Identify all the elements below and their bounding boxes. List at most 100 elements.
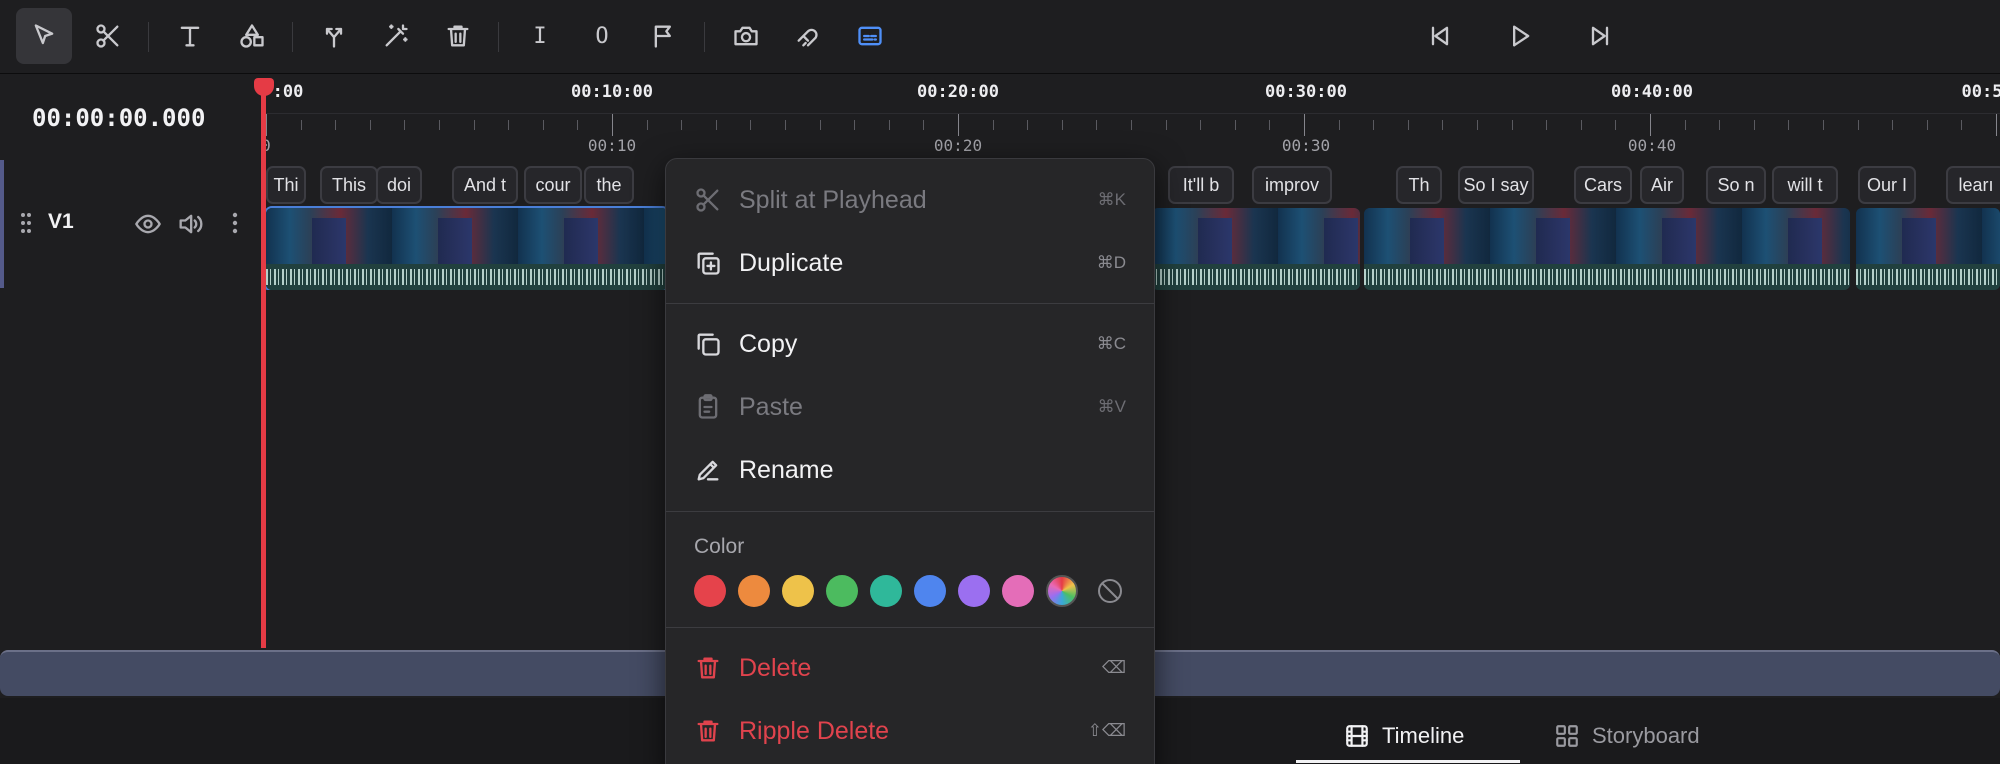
trash-icon bbox=[447, 25, 469, 47]
captions-button[interactable] bbox=[842, 8, 898, 64]
skip-back-icon bbox=[1431, 26, 1449, 46]
caption-clip[interactable]: Cars bbox=[1574, 166, 1632, 204]
caption-clip[interactable]: Th bbox=[1396, 166, 1442, 204]
snapshot-button[interactable] bbox=[718, 8, 774, 64]
caption-clip[interactable]: This bbox=[320, 166, 378, 204]
magic-tool-button[interactable] bbox=[368, 8, 424, 64]
skip-back-button[interactable] bbox=[1412, 8, 1468, 64]
ruler-tick bbox=[1511, 120, 1513, 130]
ruler-tick bbox=[1650, 114, 1651, 136]
text-tool-button[interactable] bbox=[162, 8, 218, 64]
text-icon bbox=[180, 26, 200, 47]
marker-button[interactable] bbox=[636, 8, 692, 64]
camera-icon bbox=[734, 26, 758, 46]
speaker-icon[interactable] bbox=[176, 210, 204, 238]
color-swatch-blue[interactable] bbox=[914, 575, 946, 607]
delete-tool-button[interactable] bbox=[430, 8, 486, 64]
video-clip[interactable] bbox=[1856, 208, 2000, 290]
mark-out-icon: O bbox=[595, 23, 609, 49]
ruler-tick bbox=[1892, 120, 1894, 130]
menu-item-shortcut: ⇧⌫ bbox=[1087, 721, 1126, 740]
video-clip[interactable] bbox=[1364, 208, 1850, 290]
caption-clip[interactable]: So I say bbox=[1458, 166, 1534, 204]
menu-item-ripple-delete[interactable]: Ripple Delete ⇧⌫ bbox=[666, 702, 1154, 760]
ruler-tick bbox=[854, 120, 856, 130]
caption-clip[interactable]: learı bbox=[1946, 166, 2000, 204]
color-swatch-orange[interactable] bbox=[738, 575, 770, 607]
color-swatch-green[interactable] bbox=[826, 575, 858, 607]
play-button[interactable] bbox=[1492, 8, 1548, 64]
razor-tool-button[interactable] bbox=[80, 8, 136, 64]
color-swatch-none[interactable] bbox=[1094, 575, 1126, 607]
mark-in-button[interactable]: I bbox=[512, 8, 568, 64]
skip-forward-button[interactable] bbox=[1572, 8, 1628, 64]
caption-clip[interactable]: It'll b bbox=[1168, 166, 1234, 204]
menu-item-copy[interactable]: Copy ⌘C bbox=[666, 315, 1154, 373]
link-button[interactable] bbox=[780, 8, 836, 64]
captions-icon bbox=[858, 26, 882, 46]
menu-item-paste[interactable]: Paste ⌘V bbox=[666, 378, 1154, 436]
color-section-label: Color bbox=[694, 535, 745, 558]
eye-icon[interactable] bbox=[134, 210, 162, 238]
video-clip[interactable] bbox=[1152, 208, 1360, 290]
ruler-tick bbox=[439, 120, 440, 130]
menu-item-rename[interactable]: Rename bbox=[666, 441, 1154, 499]
shapes-icon bbox=[240, 24, 264, 48]
ruler-major-label: 00:30:00 bbox=[1265, 82, 1347, 102]
video-thumbnails bbox=[1364, 208, 1850, 264]
ruler-minor-label: 00:30 bbox=[1281, 136, 1331, 155]
context-menu: Split at Playhead ⌘K Duplicate ⌘D Copy ⌘… bbox=[665, 158, 1155, 764]
mark-out-button[interactable]: O bbox=[574, 8, 630, 64]
trash-icon bbox=[697, 720, 719, 742]
color-swatch-pink[interactable] bbox=[1002, 575, 1034, 607]
shapes-tool-button[interactable] bbox=[224, 8, 280, 64]
copy-icon bbox=[697, 333, 720, 356]
video-clip-selected[interactable] bbox=[264, 206, 670, 290]
tab-timeline-label: Timeline bbox=[1382, 723, 1465, 748]
caption-clip[interactable]: Our I bbox=[1858, 166, 1916, 204]
menu-item-delete[interactable]: Delete ⌫ bbox=[666, 639, 1154, 697]
time-ruler[interactable]: :00 00:10:00 00:20:00 00:30:00 00:40:00 … bbox=[262, 76, 2000, 160]
ruler-tick bbox=[335, 120, 337, 130]
more-options-icon[interactable] bbox=[232, 212, 238, 234]
caption-clip[interactable]: So n bbox=[1706, 166, 1766, 204]
caption-clip[interactable]: the bbox=[584, 166, 634, 204]
ruler-tick bbox=[888, 120, 890, 130]
menu-item-split-at-playhead[interactable]: Split at Playhead ⌘K bbox=[666, 171, 1154, 229]
caption-clip[interactable]: And t bbox=[452, 166, 518, 204]
drag-handle-icon[interactable] bbox=[20, 212, 32, 234]
caption-clip[interactable]: Thi bbox=[266, 166, 306, 204]
ruler-tick bbox=[1131, 120, 1132, 130]
flag-icon bbox=[654, 25, 671, 48]
ruler-tick bbox=[1788, 120, 1790, 130]
ruler-tick bbox=[1961, 120, 1963, 130]
ruler-tick bbox=[1304, 114, 1305, 136]
caption-clip[interactable]: improv bbox=[1252, 166, 1332, 204]
playhead[interactable] bbox=[261, 84, 266, 648]
menu-item-duplicate[interactable]: Duplicate ⌘D bbox=[666, 234, 1154, 292]
color-swatch-custom[interactable] bbox=[1046, 575, 1078, 607]
track-header-v1: V1 bbox=[0, 160, 262, 288]
color-swatch-red[interactable] bbox=[694, 575, 726, 607]
split-tool-button[interactable] bbox=[306, 8, 362, 64]
caption-clip[interactable]: cour bbox=[524, 166, 582, 204]
ruler-minor-label: 00:20 bbox=[933, 136, 983, 155]
ruler-tick bbox=[577, 120, 579, 130]
ruler-tick bbox=[542, 120, 544, 130]
ruler-tick bbox=[1027, 120, 1029, 130]
tab-storyboard-label: Storyboard bbox=[1592, 723, 1700, 748]
color-swatch-yellow[interactable] bbox=[782, 575, 814, 607]
caption-clip[interactable]: doi bbox=[376, 166, 422, 204]
cursor-arrow-icon bbox=[34, 24, 54, 45]
caption-clip[interactable]: will t bbox=[1772, 166, 1838, 204]
tab-timeline[interactable]: Timeline bbox=[1344, 716, 1464, 756]
ruler-minor-label: 00:10 bbox=[587, 136, 637, 155]
tab-storyboard[interactable]: Storyboard bbox=[1554, 716, 1700, 756]
duplicate-icon bbox=[697, 252, 720, 275]
color-swatch-teal[interactable] bbox=[870, 575, 902, 607]
grid-icon bbox=[1556, 725, 1578, 747]
caption-clip[interactable]: Air bbox=[1640, 166, 1684, 204]
select-tool-button[interactable] bbox=[16, 8, 72, 64]
color-swatch-purple[interactable] bbox=[958, 575, 990, 607]
trash-icon bbox=[697, 657, 719, 679]
